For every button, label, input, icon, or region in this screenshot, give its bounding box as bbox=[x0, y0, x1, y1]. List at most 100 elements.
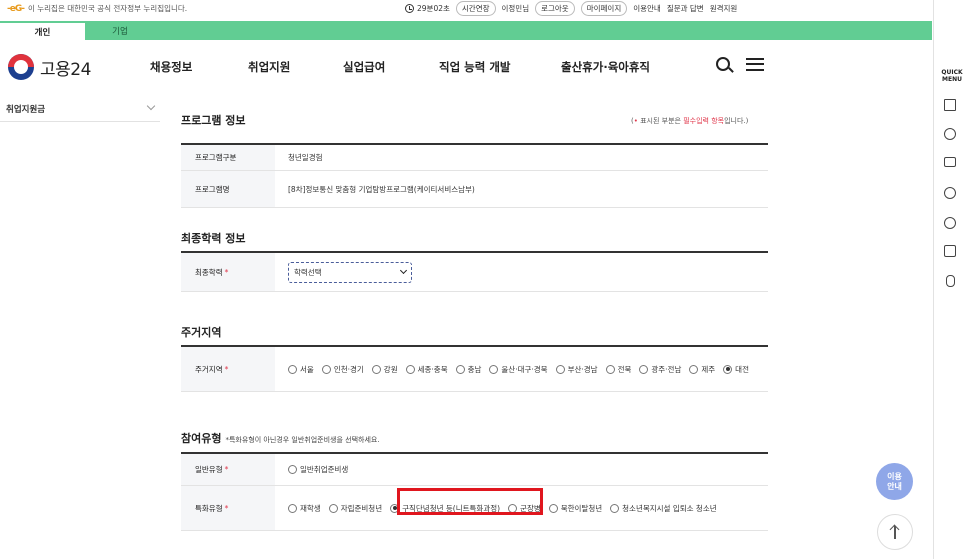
residence-label-text: 주거지역 bbox=[195, 364, 223, 374]
radio-region-jeonbuk[interactable]: 전북 bbox=[605, 364, 632, 375]
nav-item-employment-support[interactable]: 취업지원 bbox=[248, 59, 343, 75]
participation-title: 참여유형 *특화유형이 아닌경우 일반취업준비생을 선택하세요. bbox=[181, 430, 380, 446]
general-type-row: 일반유형 * 일반취업준비생 bbox=[181, 452, 768, 486]
radio-label: 부산·경남 bbox=[567, 364, 598, 374]
general-type-label-text: 일반유형 bbox=[195, 465, 223, 474]
search-icon[interactable] bbox=[716, 57, 730, 71]
chevron-down-icon bbox=[146, 101, 156, 111]
education-title: 최종학력 정보 bbox=[181, 232, 246, 245]
residence-options: 서울 인천·경기 강원 세종·충북 충남 울산·대구·경북 부산·경남 전북 광… bbox=[275, 347, 768, 391]
program-name-row: 프로그램명 [8차]정보통신 맞춤형 기업탐방프로그램(케이티서비스남부) bbox=[181, 171, 768, 208]
nav-item-jobs[interactable]: 채용정보 bbox=[150, 59, 248, 75]
radio-circle bbox=[321, 364, 331, 374]
radio-region-sejong-chungbuk[interactable]: 세종·충북 bbox=[405, 364, 448, 375]
education-label: 최종학력 * bbox=[181, 253, 275, 291]
arrow-up-icon bbox=[894, 525, 896, 539]
usage-guide-line1: 이용 bbox=[887, 471, 902, 481]
brand-logo[interactable]: 고용24 bbox=[8, 54, 91, 80]
radio-region-seoul[interactable]: 서울 bbox=[288, 364, 314, 375]
radio-circle bbox=[405, 364, 415, 374]
quick-menu-title: QUICK MENU bbox=[940, 69, 964, 83]
clock-icon bbox=[405, 4, 414, 13]
sidebar-item-employment-subsidy[interactable]: 취업지원금 bbox=[0, 96, 160, 122]
building-icon[interactable] bbox=[944, 99, 956, 111]
radio-label: 재학생 bbox=[300, 503, 321, 513]
user-type-tabs: 개인 기업 bbox=[0, 21, 932, 40]
radio-label: 인천·경기 bbox=[333, 364, 364, 374]
top-utility-bar: -eG- 이 누리집은 대한민국 공식 전자정부 누리집입니다. 29분02초 … bbox=[0, 0, 932, 17]
education-value-cell: 학력선택 bbox=[275, 253, 768, 291]
chat-bubble-icon[interactable] bbox=[944, 128, 956, 140]
required-star: * bbox=[224, 465, 229, 474]
radio-circle bbox=[288, 465, 297, 474]
hamburger-menu-icon[interactable] bbox=[746, 57, 764, 71]
radio-label: 강원 bbox=[383, 364, 398, 374]
nav-item-parental-leave[interactable]: 출산휴가·육아휴직 bbox=[561, 59, 650, 75]
radio-special-student[interactable]: 재학생 bbox=[288, 503, 321, 514]
education-row: 최종학력 * 학력선택 bbox=[181, 251, 768, 292]
mypage-button[interactable]: 마이페이지 bbox=[580, 1, 628, 16]
radio-circle-selected bbox=[723, 364, 733, 374]
radio-special-self-reliance-youth[interactable]: 자립준비청년 bbox=[328, 503, 382, 514]
radio-label: 서울 bbox=[300, 364, 314, 374]
main-nav: 채용정보 취업지원 실업급여 직업 능력 개발 출산휴가·육아휴직 bbox=[150, 59, 650, 75]
required-note-highlight: 필수입력 항목 bbox=[683, 117, 725, 125]
session-timer-value: 29분02초 bbox=[417, 4, 450, 13]
smile-icon[interactable] bbox=[944, 217, 956, 229]
quick-menu-title-line2: MENU bbox=[942, 76, 962, 83]
chevron-down-icon bbox=[399, 266, 408, 275]
residence-row: 주거지역 * 서울 인천·경기 강원 세종·충북 충남 울산·대구·경북 부산·경… bbox=[181, 345, 768, 392]
utility-menu: 29분02초 시간연장 이정민님 로그아웃 마이페이지 이용안내 질문과 답변 … bbox=[405, 1, 737, 16]
education-select[interactable]: 학력선택 bbox=[288, 261, 412, 283]
tab-business[interactable]: 기업 bbox=[85, 21, 155, 40]
radio-general-job-seeker[interactable]: 일반취업준비생 bbox=[288, 464, 348, 475]
radio-region-incheon-gyeonggi[interactable]: 인천·경기 bbox=[321, 364, 364, 375]
radio-circle bbox=[555, 364, 565, 374]
guide-link[interactable]: 이용안내 bbox=[633, 3, 661, 14]
logout-button[interactable]: 로그아웃 bbox=[535, 1, 575, 16]
extend-session-button[interactable]: 시간연장 bbox=[455, 1, 496, 16]
radio-circle bbox=[328, 503, 338, 513]
usage-guide-button[interactable]: 이용 안내 bbox=[876, 463, 913, 500]
radio-circle bbox=[288, 364, 297, 374]
session-timer: 29분02초 bbox=[405, 3, 450, 14]
radio-circle bbox=[605, 364, 615, 374]
radio-region-gwangju-jeonnam[interactable]: 광주·전남 bbox=[639, 364, 681, 375]
radio-circle bbox=[610, 503, 620, 513]
required-star: * bbox=[224, 364, 229, 374]
nav-item-unemployment-benefit[interactable]: 실업급여 bbox=[343, 59, 439, 75]
radio-special-welfare-facility-youth[interactable]: 청소년복지시설 입퇴소 청소년 bbox=[610, 503, 717, 514]
radio-region-jeju[interactable]: 제주 bbox=[689, 364, 715, 375]
program-type-label: 프로그램구분 bbox=[181, 145, 275, 170]
tab-personal[interactable]: 개인 bbox=[0, 21, 85, 40]
program-name-label: 프로그램명 bbox=[181, 171, 275, 207]
special-type-label: 특화유형 * bbox=[181, 486, 275, 530]
header-actions bbox=[716, 57, 764, 71]
radio-circle bbox=[489, 364, 499, 374]
radio-label: 북한이탈청년 bbox=[560, 503, 603, 513]
radio-region-gangwon[interactable]: 강원 bbox=[371, 364, 398, 375]
program-type-value: 청년일경험 bbox=[288, 153, 323, 162]
radio-region-daejeon[interactable]: 대전 bbox=[723, 364, 749, 375]
calculator-icon[interactable] bbox=[944, 245, 956, 257]
residence-title: 주거지역 bbox=[181, 326, 222, 339]
quick-menu-title-line1: QUICK bbox=[941, 69, 963, 76]
database-icon[interactable] bbox=[946, 275, 955, 287]
radio-region-ulsan-daegu-gyeongbuk[interactable]: 울산·대구·경북 bbox=[489, 364, 548, 375]
radio-label: 광주·전남 bbox=[651, 364, 682, 374]
gov-notice: -eG- 이 누리집은 대한민국 공식 전자정부 누리집입니다. bbox=[7, 3, 187, 14]
scroll-top-button[interactable] bbox=[877, 514, 913, 550]
radio-label: 전북 bbox=[617, 364, 632, 374]
remote-support-link[interactable]: 원격지원 bbox=[710, 3, 738, 14]
radio-special-north-korean-defector-youth[interactable]: 북한이탈청년 bbox=[548, 503, 603, 514]
gov-notice-text: 이 누리집은 대한민국 공식 전자정부 누리집입니다. bbox=[27, 4, 188, 13]
nav-item-vocational-training[interactable]: 직업 능력 개발 bbox=[439, 59, 561, 75]
radio-region-chungnam[interactable]: 충남 bbox=[455, 364, 482, 375]
checklist-icon[interactable] bbox=[944, 187, 956, 199]
radio-label: 충남 bbox=[467, 364, 482, 374]
radio-region-busan-gyeongnam[interactable]: 부산·경남 bbox=[555, 364, 598, 375]
brand-name: 고용24 bbox=[40, 59, 91, 80]
monitor-icon[interactable] bbox=[944, 157, 956, 167]
education-label-text: 최종학력 bbox=[195, 267, 223, 277]
qna-link[interactable]: 질문과 답변 bbox=[667, 3, 704, 14]
